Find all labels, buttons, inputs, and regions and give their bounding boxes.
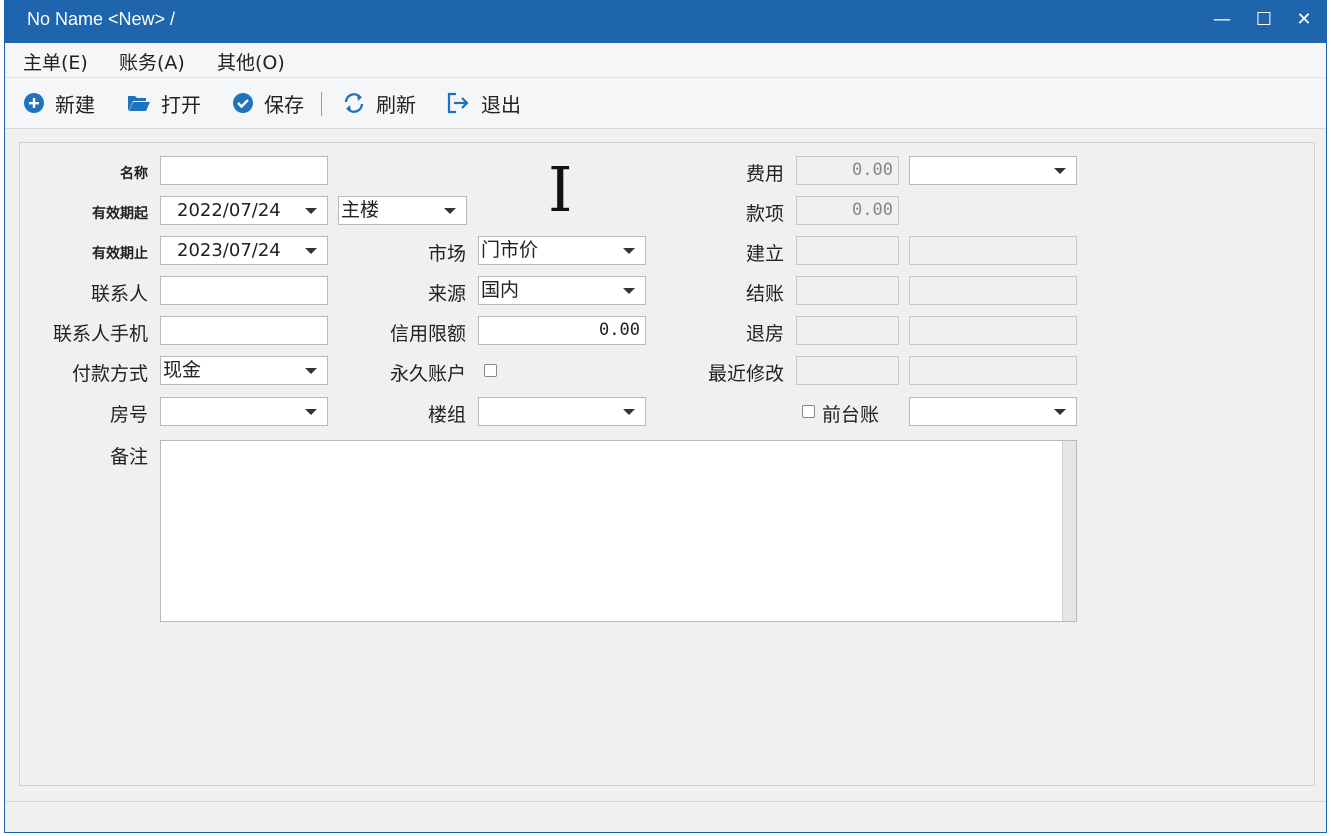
check-circle-icon <box>233 93 253 113</box>
remark-label: 备注 <box>109 446 148 468</box>
toolbar-separator <box>321 92 322 116</box>
modified-by-field <box>796 356 899 385</box>
form-panel: I 名称 有效期起 2022/07/24 主楼 有效期止 2023/07/24 … <box>19 142 1315 786</box>
market-value: 门市价 <box>481 239 539 261</box>
new-label: 新建 <box>55 92 95 117</box>
credit-input[interactable]: 0.00 <box>478 316 646 345</box>
chevron-down-icon[interactable] <box>623 409 635 415</box>
menu-accounts[interactable]: 账务(A) <box>119 48 185 75</box>
permanent-checkbox[interactable] <box>484 364 497 377</box>
valid-from-value: 2022/07/24 <box>177 200 281 221</box>
status-bar <box>5 801 1326 832</box>
front-desk-select[interactable] <box>909 397 1077 426</box>
open-label: 打开 <box>161 92 201 117</box>
valid-to-label: 有效期止 <box>92 246 148 262</box>
contact-label: 联系人 <box>90 283 148 305</box>
fee-input: 0.00 <box>796 156 899 185</box>
window-title: No Name <New> / <box>27 9 176 29</box>
amount-label: 款项 <box>745 203 784 225</box>
room-select[interactable] <box>160 397 328 426</box>
toolbar: 新建 打开 保存 刷新 退出 <box>5 78 1326 129</box>
name-label: 名称 <box>120 166 148 182</box>
checkout-room-by-field <box>796 316 899 345</box>
market-label: 市场 <box>427 243 466 265</box>
remark-textarea[interactable] <box>160 440 1077 622</box>
permanent-label: 永久账户 <box>389 363 466 385</box>
checkout-label: 结账 <box>745 283 784 305</box>
chevron-down-icon[interactable] <box>305 409 317 415</box>
maximize-button[interactable]: ☐ <box>1249 7 1279 33</box>
chevron-down-icon[interactable] <box>305 208 317 214</box>
chevron-down-icon[interactable] <box>623 248 635 254</box>
remark-scrollbar[interactable] <box>1062 441 1076 621</box>
contact-phone-input[interactable] <box>160 316 328 345</box>
minimize-button[interactable]: — <box>1207 7 1237 33</box>
exit-label: 退出 <box>481 92 521 117</box>
front-desk-label: 前台账 <box>822 404 880 426</box>
credit-label: 信用限额 <box>389 323 466 345</box>
payment-value: 现金 <box>163 359 202 381</box>
checkout-time-field <box>909 276 1077 305</box>
menu-bar: 主单(E) 账务(A) 其他(O) <box>5 43 1326 78</box>
chevron-down-icon[interactable] <box>1054 409 1066 415</box>
chevron-down-icon[interactable] <box>623 288 635 294</box>
valid-from-label: 有效期起 <box>92 206 148 222</box>
close-button[interactable]: ✕ <box>1289 7 1319 33</box>
fee-label: 费用 <box>745 163 784 185</box>
checkout-room-time-field <box>909 316 1077 345</box>
folder-open-icon <box>128 96 150 111</box>
building-group-label: 楼组 <box>427 404 466 426</box>
refresh-label: 刷新 <box>376 92 416 117</box>
created-time-field <box>909 236 1077 265</box>
created-by-field <box>796 236 899 265</box>
menu-main[interactable]: 主单(E) <box>23 48 88 75</box>
chevron-down-icon[interactable] <box>444 208 456 214</box>
room-label: 房号 <box>109 404 148 426</box>
refresh-button[interactable]: 刷新 <box>342 90 416 117</box>
menu-other[interactable]: 其他(O) <box>217 48 285 75</box>
refresh-icon <box>344 93 364 113</box>
checkout-by-field <box>796 276 899 305</box>
text-cursor-icon: I <box>548 153 573 226</box>
building-value: 主楼 <box>341 199 380 221</box>
valid-from-datepicker[interactable]: 2022/07/24 <box>160 196 328 225</box>
front-desk-checkbox[interactable] <box>802 405 815 418</box>
source-value: 国内 <box>481 279 520 301</box>
valid-to-value: 2023/07/24 <box>177 240 281 261</box>
market-select[interactable]: 门市价 <box>478 236 646 265</box>
building-select[interactable]: 主楼 <box>338 196 467 225</box>
modified-label: 最近修改 <box>707 363 784 385</box>
save-button[interactable]: 保存 <box>232 90 304 117</box>
save-label: 保存 <box>264 92 304 117</box>
plus-circle-icon <box>24 93 44 113</box>
app-window: No Name <New> / — ☐ ✕ 主单(E) 账务(A) 其他(O) … <box>4 0 1327 833</box>
source-select[interactable]: 国内 <box>478 276 646 305</box>
exit-icon <box>447 92 469 114</box>
valid-to-datepicker[interactable]: 2023/07/24 <box>160 236 328 265</box>
chevron-down-icon[interactable] <box>1054 168 1066 174</box>
amount-input: 0.00 <box>796 196 899 225</box>
exit-button[interactable]: 退出 <box>447 90 521 117</box>
created-label: 建立 <box>745 243 784 265</box>
contact-phone-label: 联系人手机 <box>52 323 148 345</box>
source-label: 来源 <box>427 283 466 305</box>
building-group-select[interactable] <box>478 397 646 426</box>
open-button[interactable]: 打开 <box>127 90 201 117</box>
chevron-down-icon[interactable] <box>305 248 317 254</box>
payment-select[interactable]: 现金 <box>160 356 328 385</box>
payment-label: 付款方式 <box>71 363 148 385</box>
fee-select[interactable] <box>909 156 1077 185</box>
new-button[interactable]: 新建 <box>23 90 95 117</box>
chevron-down-icon[interactable] <box>305 368 317 374</box>
checkout-room-label: 退房 <box>745 323 784 345</box>
name-input[interactable] <box>160 156 328 185</box>
contact-input[interactable] <box>160 276 328 305</box>
modified-time-field <box>909 356 1077 385</box>
title-bar: No Name <New> / — ☐ ✕ <box>5 1 1326 43</box>
